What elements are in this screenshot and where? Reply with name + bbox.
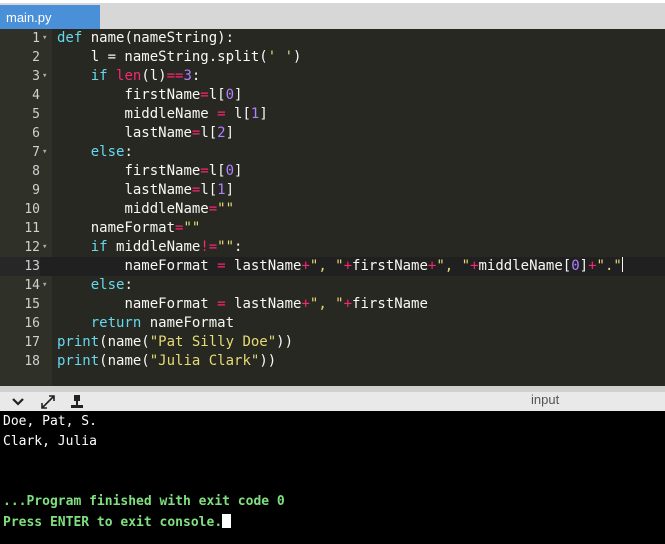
code-text: if len(l)==3: [90, 68, 201, 84]
code-line[interactable]: 10 middleName="" [0, 200, 665, 219]
line-number: 10 [24, 202, 40, 217]
console-prompt-text: Press ENTER to exit console. [3, 515, 223, 530]
input-label[interactable]: input [531, 392, 559, 408]
code-text: middleName = l[1] [124, 106, 268, 122]
code-line[interactable]: 9 lastName=l[1] [0, 181, 665, 200]
line-number: 4 [32, 88, 40, 103]
code-text: firstName=l[0] [124, 87, 243, 103]
fold-arrow-icon[interactable]: ▾ [42, 238, 52, 257]
line-number: 8 [32, 164, 40, 179]
console-line: Clark, Julia [3, 434, 97, 449]
code-line[interactable]: 16 return nameFormat [0, 314, 665, 333]
fold-arrow-icon[interactable]: ▾ [42, 67, 52, 86]
code-text: if middleName!="": [90, 239, 243, 255]
code-line[interactable]: 1 ▾ def name(nameString): [0, 29, 665, 48]
code-line[interactable]: 17 print(name("Pat Silly Doe")) [0, 333, 665, 352]
text-cursor [621, 257, 623, 272]
code-text: print(name("Julia Clark")) [57, 353, 277, 369]
chevron-down-icon[interactable] [10, 394, 26, 410]
line-number: 18 [24, 354, 40, 369]
code-line[interactable]: 4 firstName=l[0] [0, 86, 665, 105]
code-line[interactable]: 3 ▾ if len(l)==3: [0, 67, 665, 86]
code-text: nameFormat = lastName+", "+firstName+", … [124, 257, 623, 274]
expand-icon[interactable] [40, 394, 56, 410]
code-line[interactable]: 12 ▾ if middleName!="": [0, 238, 665, 257]
code-text: else: [90, 277, 133, 293]
code-line[interactable]: 14 ▾ else: [0, 276, 665, 295]
line-number: 5 [32, 107, 40, 122]
code-line[interactable]: 7 ▾ else: [0, 143, 665, 162]
line-number: 1 [32, 31, 40, 46]
console-toolbar: input [0, 392, 665, 411]
exit-status-text: ...Program finished with exit code 0 [3, 494, 285, 509]
fold-arrow-icon[interactable]: ▾ [42, 143, 52, 162]
code-text: return nameFormat [90, 315, 235, 331]
code-text: lastName=l[2] [124, 125, 235, 141]
code-editor[interactable]: 1 ▾ def name(nameString): 2 l = nameStrin… [0, 29, 665, 386]
code-text: nameFormat="" [90, 220, 201, 236]
code-line[interactable]: 5 middleName = l[1] [0, 105, 665, 124]
line-number: 11 [24, 221, 40, 236]
line-number: 14 [24, 278, 40, 293]
line-number: 7 [32, 145, 40, 160]
code-line[interactable]: 18 print(name("Julia Clark")) [0, 352, 665, 371]
code-line[interactable]: 15 nameFormat = lastName+", "+firstName [0, 295, 665, 314]
code-text: nameFormat = lastName+", "+firstName [124, 296, 428, 312]
tab-bar: main.py [0, 0, 665, 30]
console-cursor [222, 514, 232, 528]
console-line: Doe, Pat, S. [3, 414, 97, 429]
code-line[interactable]: 2 l = nameString.split(' ') [0, 48, 665, 67]
line-number: 6 [32, 126, 40, 141]
console-prompt: Press ENTER to exit console. [3, 514, 232, 531]
file-tab-label: main.py [6, 10, 52, 25]
line-number: 17 [24, 335, 40, 350]
console-output[interactable]: Doe, Pat, S. Clark, Julia ...Program fin… [0, 411, 665, 544]
fold-arrow-icon[interactable]: ▾ [42, 29, 52, 48]
line-number: 3 [32, 69, 40, 84]
code-text: firstName=l[0] [124, 163, 243, 179]
file-tab[interactable]: main.py [0, 5, 100, 30]
line-number: 12 [24, 240, 40, 255]
code-text: def name(nameString): [57, 30, 235, 46]
line-number: 2 [32, 50, 40, 65]
line-number: 13 [0, 257, 40, 276]
code-text: else: [90, 144, 133, 160]
line-number: 9 [32, 183, 40, 198]
code-text: print(name("Pat Silly Doe")) [57, 334, 294, 350]
line-number: 15 [24, 297, 40, 312]
code-text: l = nameString.split(' ') [57, 49, 302, 65]
fold-arrow-icon[interactable]: ▾ [42, 276, 52, 295]
line-number: 16 [24, 316, 40, 331]
code-line[interactable]: 11 nameFormat="" [0, 219, 665, 238]
code-text: middleName="" [124, 201, 235, 217]
code-line-active[interactable]: 13 nameFormat = lastName+", "+firstName+… [0, 257, 665, 276]
stamp-icon[interactable] [69, 394, 85, 410]
code-text: lastName=l[1] [124, 182, 235, 198]
code-line[interactable]: 6 lastName=l[2] [0, 124, 665, 143]
code-line[interactable]: 8 firstName=l[0] [0, 162, 665, 181]
